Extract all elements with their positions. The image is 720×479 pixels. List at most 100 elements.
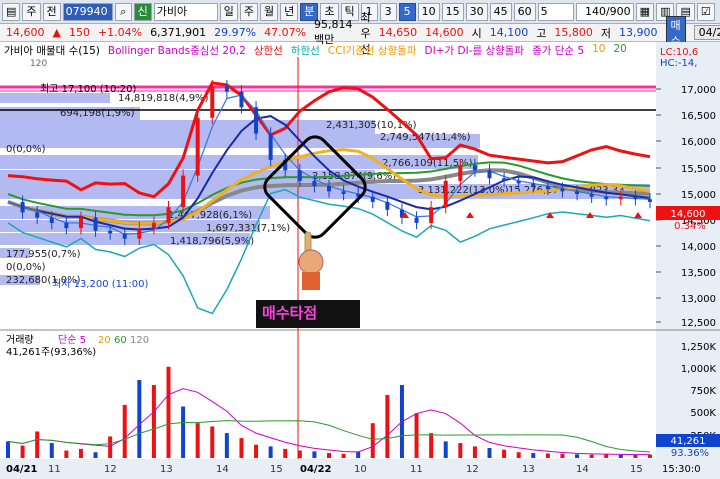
volume-bar xyxy=(472,446,477,458)
volume-tick: 1,250K xyxy=(681,342,717,353)
count-label: 120 xyxy=(30,59,47,69)
candle-body xyxy=(575,191,580,194)
volume-bar xyxy=(224,433,229,458)
volume-tick: 500K xyxy=(690,408,716,419)
volume-tick: 1,000K xyxy=(681,364,717,375)
current-price-pct: 0.34% xyxy=(674,221,706,232)
vol-label-11: 1,418,796(5,9%) xyxy=(170,236,254,247)
vol-legend-ma: 단순 5 xyxy=(58,334,86,346)
volume-bar xyxy=(181,406,186,458)
time-tick: 12 xyxy=(466,464,479,475)
volume-bar xyxy=(502,449,507,458)
candle-body xyxy=(166,207,171,223)
volume-bar xyxy=(443,441,448,458)
vol-label-12: 177,955(0,7%) xyxy=(6,249,81,260)
price-chart[interactable]: 최고 17,100 (10:20) 14,819,818(4,9%) 694,1… xyxy=(0,0,720,479)
candle-body xyxy=(458,165,463,181)
time-tick: 10 xyxy=(354,464,367,475)
price-tick: 16,500 xyxy=(681,111,716,122)
candle-body xyxy=(633,196,638,200)
vol-label-3: 0(0,0%) xyxy=(6,144,46,155)
price-tick: 17,000 xyxy=(681,85,716,96)
volume-bar xyxy=(122,404,127,458)
profile-bar xyxy=(0,120,375,134)
time-tick: 15 xyxy=(270,464,283,475)
vol-legend-20: 20 xyxy=(98,335,111,346)
candle-body xyxy=(64,222,69,229)
volume-bar xyxy=(560,453,565,458)
time-end: 15:30:0 xyxy=(662,464,701,475)
volume-bar xyxy=(49,443,54,458)
volume-bar xyxy=(108,436,113,458)
time-tick: 15 xyxy=(630,464,643,475)
volume-bar xyxy=(93,452,98,458)
hc-label: HC:-14, xyxy=(660,58,697,69)
candle-body xyxy=(370,196,375,202)
buy-point-label: 매수타점 xyxy=(256,300,360,328)
candle-body xyxy=(151,222,156,229)
volume-bar xyxy=(210,426,215,458)
volume-bar xyxy=(166,366,171,458)
time-tick: 12 xyxy=(104,464,117,475)
candle-body xyxy=(385,201,390,210)
volume-bar xyxy=(370,423,375,458)
volume-bar xyxy=(64,450,69,458)
candle-body xyxy=(35,212,40,218)
current-volume: 41,261 xyxy=(671,436,706,447)
lc-label: LC:10,6 xyxy=(660,47,698,58)
price-tick: 15,500 xyxy=(681,164,716,175)
volume-bar xyxy=(283,448,288,458)
volume-bar xyxy=(297,450,302,458)
price-tick: 13,500 xyxy=(681,268,716,279)
vol-label-5: 2,749,547(11,4%) xyxy=(380,132,471,143)
candle-body xyxy=(297,170,302,181)
vol-legend-title: 거래량 xyxy=(6,334,34,346)
time-tick: 14 xyxy=(216,464,229,475)
price-tick: 15,000 xyxy=(681,190,716,201)
volume-bar xyxy=(20,445,25,458)
volume-area xyxy=(0,331,656,459)
candle-body xyxy=(137,228,142,239)
price-tick: 12,500 xyxy=(681,318,716,329)
volume-bar xyxy=(575,454,580,458)
volume-bar xyxy=(487,448,492,458)
volume-bar xyxy=(545,453,550,458)
vol-legend-value: 41,261주(93,36%) xyxy=(6,347,96,358)
candle-body xyxy=(239,91,244,108)
volume-bar xyxy=(604,454,609,458)
candle-body xyxy=(648,199,652,202)
volume-bar xyxy=(195,423,200,458)
candle-body xyxy=(589,194,594,197)
candle-body xyxy=(108,230,113,234)
time-tick: 13 xyxy=(522,464,535,475)
candle-body xyxy=(502,178,507,181)
current-price-axis: 14,600 xyxy=(671,209,706,220)
candle-body xyxy=(327,186,331,192)
candle-body xyxy=(472,165,477,171)
candle-body xyxy=(429,207,434,223)
vol-legend-60: 60 xyxy=(114,335,127,346)
candle-body xyxy=(618,196,623,200)
candle-body xyxy=(516,180,521,184)
candle-body xyxy=(195,117,200,176)
volume-bar xyxy=(6,441,10,458)
volume-bar xyxy=(516,452,521,458)
candle-body xyxy=(210,86,215,118)
candle-body xyxy=(254,107,259,134)
volume-bar xyxy=(151,384,156,458)
time-tick: 13 xyxy=(160,464,173,475)
candle-body xyxy=(545,186,550,189)
volume-bar xyxy=(312,451,317,458)
price-tick: 16,000 xyxy=(681,137,716,148)
time-tick: 04/21 xyxy=(6,464,38,475)
price-tick: 14,000 xyxy=(681,242,716,253)
candle-body xyxy=(487,170,492,179)
volume-bar xyxy=(254,444,259,458)
volume-bar xyxy=(341,453,346,458)
candle-body xyxy=(268,133,273,160)
candle-body xyxy=(181,175,186,208)
candle-body xyxy=(312,180,317,187)
volume-bar xyxy=(78,448,83,458)
volume-bar xyxy=(327,453,331,458)
volume-bar xyxy=(618,454,623,458)
